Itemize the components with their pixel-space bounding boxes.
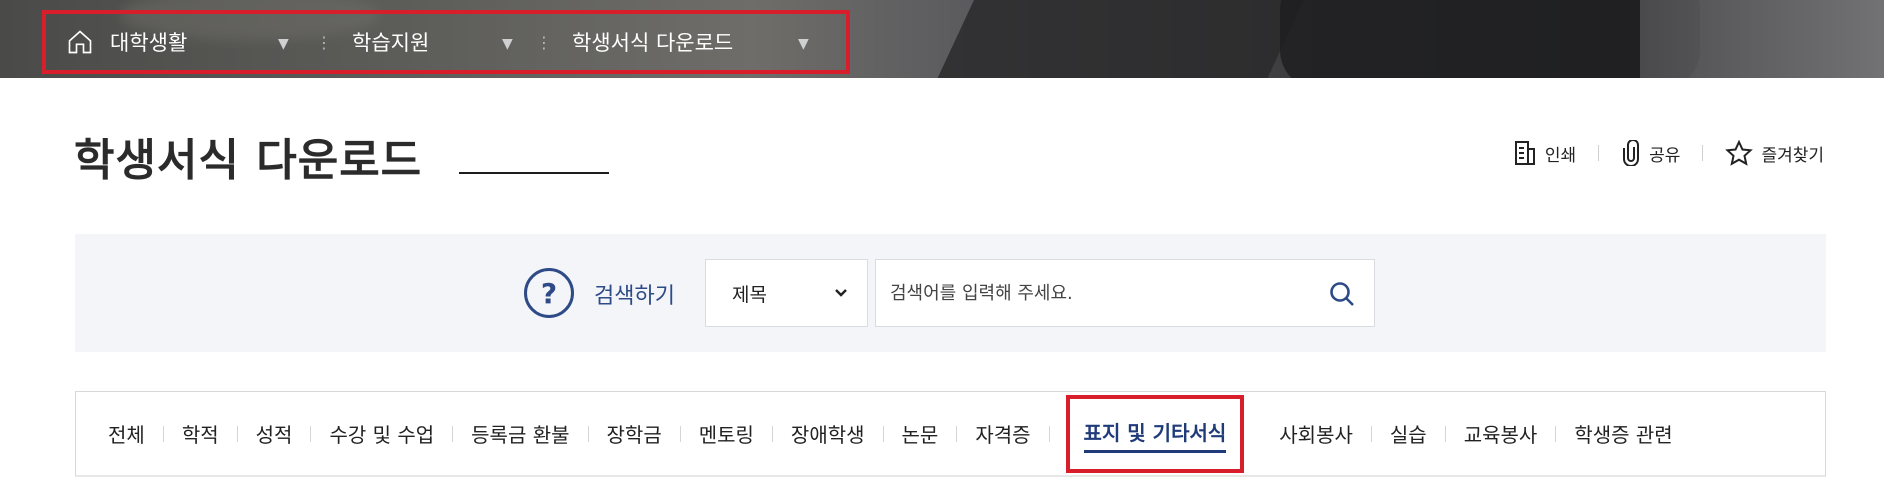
tab-separator [679, 425, 681, 442]
breadcrumb-item-form-download[interactable]: ⋮ 학생서식 다운로드 ▼ [536, 14, 836, 70]
tab-separator [1048, 425, 1050, 442]
tab-separator [1555, 425, 1557, 442]
chevron-down-icon[interactable]: ▼ [798, 36, 809, 52]
chevron-down-icon [833, 284, 849, 306]
breadcrumb-separator: ⋮ [316, 32, 332, 52]
page-title: 학생서식 다운로드 [74, 135, 423, 186]
banner-decoration [1280, 0, 1700, 78]
divider [1702, 145, 1704, 161]
tab-scholarship[interactable]: 장학금 [607, 419, 662, 448]
title-underline [459, 172, 609, 174]
tab-certificate[interactable]: 자격증 [975, 419, 1030, 448]
star-icon [1725, 140, 1754, 166]
search-input[interactable] [890, 260, 1310, 326]
breadcrumb-label: 대학생활 [110, 31, 188, 55]
favorite-button[interactable]: 즐겨찾기 [1725, 140, 1824, 166]
document-icon [1513, 140, 1537, 166]
tab-tuition-refund[interactable]: 등록금 환불 [471, 419, 569, 448]
tab-separator [956, 425, 958, 442]
breadcrumb-label: 학생서식 다운로드 [572, 31, 734, 55]
search-box [875, 259, 1375, 327]
search-icon[interactable] [1328, 280, 1356, 312]
breadcrumb-separator: ⋮ [536, 32, 552, 52]
banner-decoration [936, 0, 1314, 78]
tab-separator [1260, 426, 1261, 442]
tab-courses[interactable]: 수강 및 수업 [329, 419, 434, 448]
tab-social-service[interactable]: 사회봉사 [1279, 419, 1353, 448]
tab-mentoring[interactable]: 멘토링 [699, 419, 754, 448]
question-icon[interactable]: ? [524, 268, 574, 318]
paperclip-icon [1621, 140, 1641, 166]
banner-decoration [1640, 0, 1884, 78]
tab-student-id[interactable]: 학생증 관련 [1574, 419, 1672, 448]
breadcrumb-item-university-life[interactable]: 대학생활 ▼ [46, 14, 316, 70]
tab-separator [587, 425, 589, 442]
favorite-label: 즐겨찾기 [1761, 145, 1824, 166]
share-label: 공유 [1649, 145, 1681, 166]
search-field-value: 제목 [732, 283, 767, 306]
tab-cover-and-other-forms[interactable]: 표지 및 기타서식 [1083, 417, 1227, 453]
utility-actions: 인쇄 공유 즐겨찾기 [1513, 140, 1824, 166]
tab-separator [236, 425, 238, 442]
tab-academic-records[interactable]: 학적 [182, 419, 219, 448]
category-tabs: 전체 학적 성적 수강 및 수업 등록금 환불 장학금 멘토링 장애학생 논문 … [75, 391, 1826, 477]
tab-separator [452, 425, 454, 442]
active-tab-highlight: 표지 및 기타서식 [1065, 394, 1245, 473]
chevron-down-icon[interactable]: ▼ [278, 36, 289, 52]
tab-practicum[interactable]: 실습 [1390, 419, 1427, 448]
home-icon[interactable] [66, 28, 94, 56]
chevron-down-icon[interactable]: ▼ [502, 36, 513, 52]
tab-separator [1370, 425, 1372, 442]
tab-grades[interactable]: 성적 [256, 419, 293, 448]
tab-separator [310, 425, 312, 442]
print-button[interactable]: 인쇄 [1513, 140, 1576, 166]
search-label: 검색하기 [594, 284, 675, 309]
share-button[interactable]: 공유 [1621, 140, 1680, 166]
tab-thesis[interactable]: 논문 [902, 419, 939, 448]
breadcrumb: 대학생활 ▼ ⋮ 학습지원 ▼ ⋮ 학생서식 다운로드 ▼ [42, 10, 850, 74]
breadcrumb-item-learning-support[interactable]: ⋮ 학습지원 ▼ [316, 14, 536, 70]
tab-all[interactable]: 전체 [108, 419, 145, 448]
divider [1598, 145, 1600, 161]
tab-separator [162, 425, 164, 442]
breadcrumb-label: 학습지원 [352, 31, 430, 55]
tab-education-service[interactable]: 교육봉사 [1464, 419, 1538, 448]
tab-separator [771, 425, 773, 442]
tab-separator [882, 425, 884, 442]
tab-disabled-students[interactable]: 장애학생 [791, 419, 865, 448]
tab-separator [1444, 425, 1446, 442]
search-field-select[interactable]: 제목 [705, 259, 868, 327]
print-label: 인쇄 [1544, 145, 1577, 166]
